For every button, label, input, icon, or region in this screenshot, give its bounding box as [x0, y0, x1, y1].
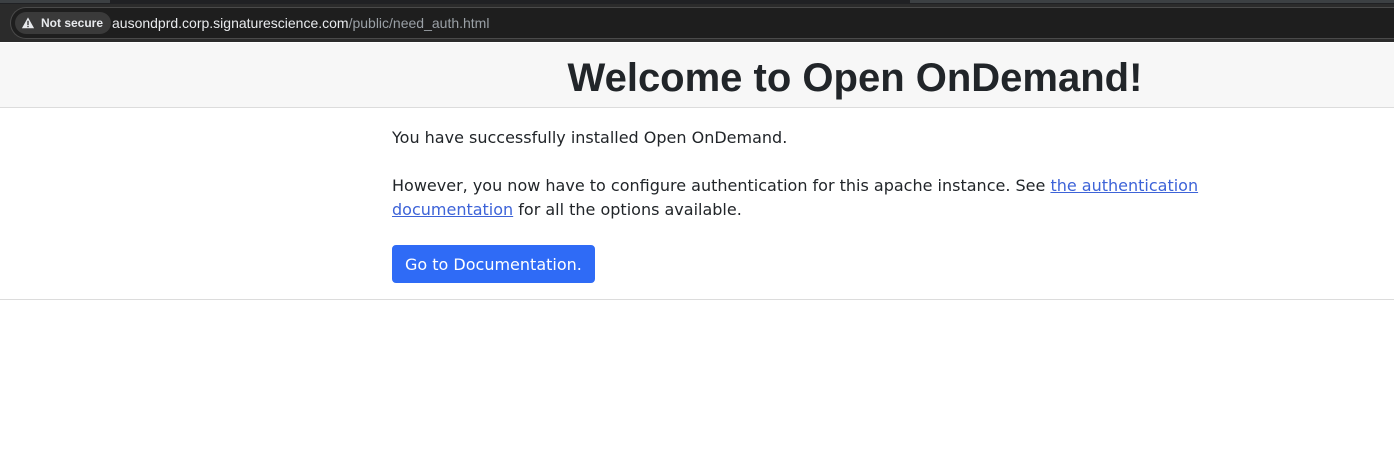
config-text-before: However, you now have to configure authe… — [392, 176, 1051, 195]
url-text[interactable]: ausondprd.corp.signaturescience.com/publ… — [112, 15, 489, 31]
browser-tab-edge — [910, 0, 1394, 3]
url-path: /public/need_auth.html — [348, 15, 490, 31]
page-body: Welcome to Open OnDemand! You have succe… — [0, 43, 1394, 450]
browser-tab-edge — [0, 0, 110, 3]
intro-text: You have successfully installed Open OnD… — [392, 128, 788, 147]
page-title: Welcome to Open OnDemand! — [567, 56, 1143, 100]
go-to-documentation-button[interactable]: Go to Documentation. — [392, 245, 595, 283]
warning-triangle-icon — [21, 17, 35, 29]
browser-toolbar: Not secure ausondprd.corp.signaturescien… — [0, 4, 1394, 42]
config-text-after: for all the options available. — [513, 200, 742, 219]
main-content: You have successfully installed Open OnD… — [392, 126, 1292, 283]
page-header: Welcome to Open OnDemand! — [0, 43, 1394, 108]
address-bar[interactable]: Not secure ausondprd.corp.signaturescien… — [10, 7, 1394, 39]
security-label: Not secure — [41, 16, 104, 30]
url-host: ausondprd.corp.signaturescience.com — [112, 15, 349, 31]
config-text: However, you now have to configure authe… — [392, 174, 1292, 222]
security-indicator[interactable]: Not secure — [15, 12, 112, 34]
content-divider — [0, 299, 1394, 300]
